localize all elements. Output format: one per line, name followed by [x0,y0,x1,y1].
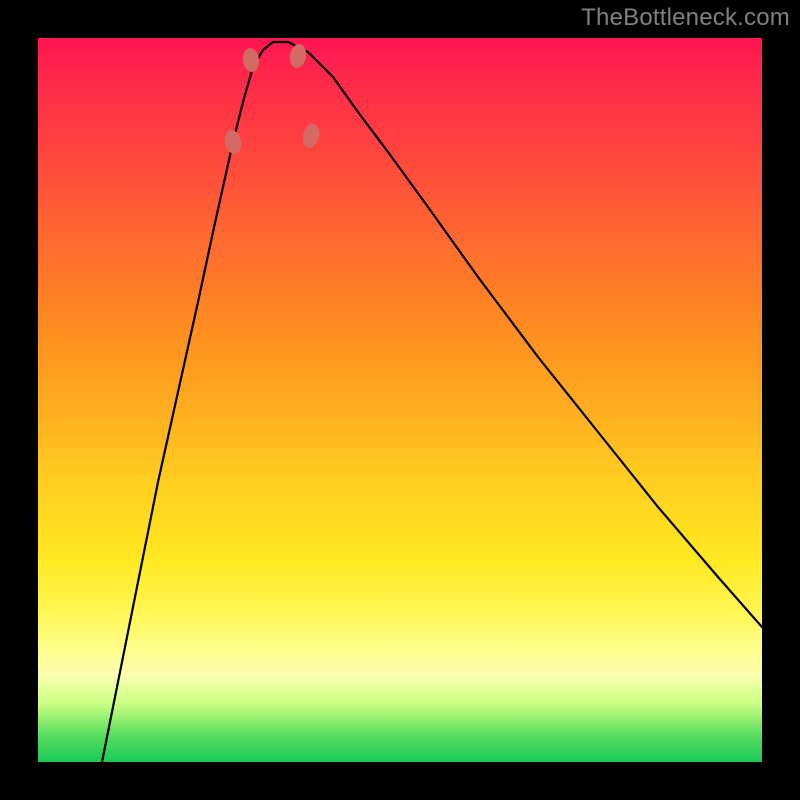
right-upper-dot [300,122,321,149]
outer-frame: TheBottleneck.com [0,0,800,800]
watermark-text: TheBottleneck.com [581,4,790,32]
curve-markers [223,43,322,156]
plot-area [38,38,762,762]
left-upper-dot [223,129,244,156]
left-lower-dot [241,47,260,73]
chart-svg [38,38,762,762]
bottleneck-curve [102,42,762,762]
right-lower-dot [288,43,308,69]
